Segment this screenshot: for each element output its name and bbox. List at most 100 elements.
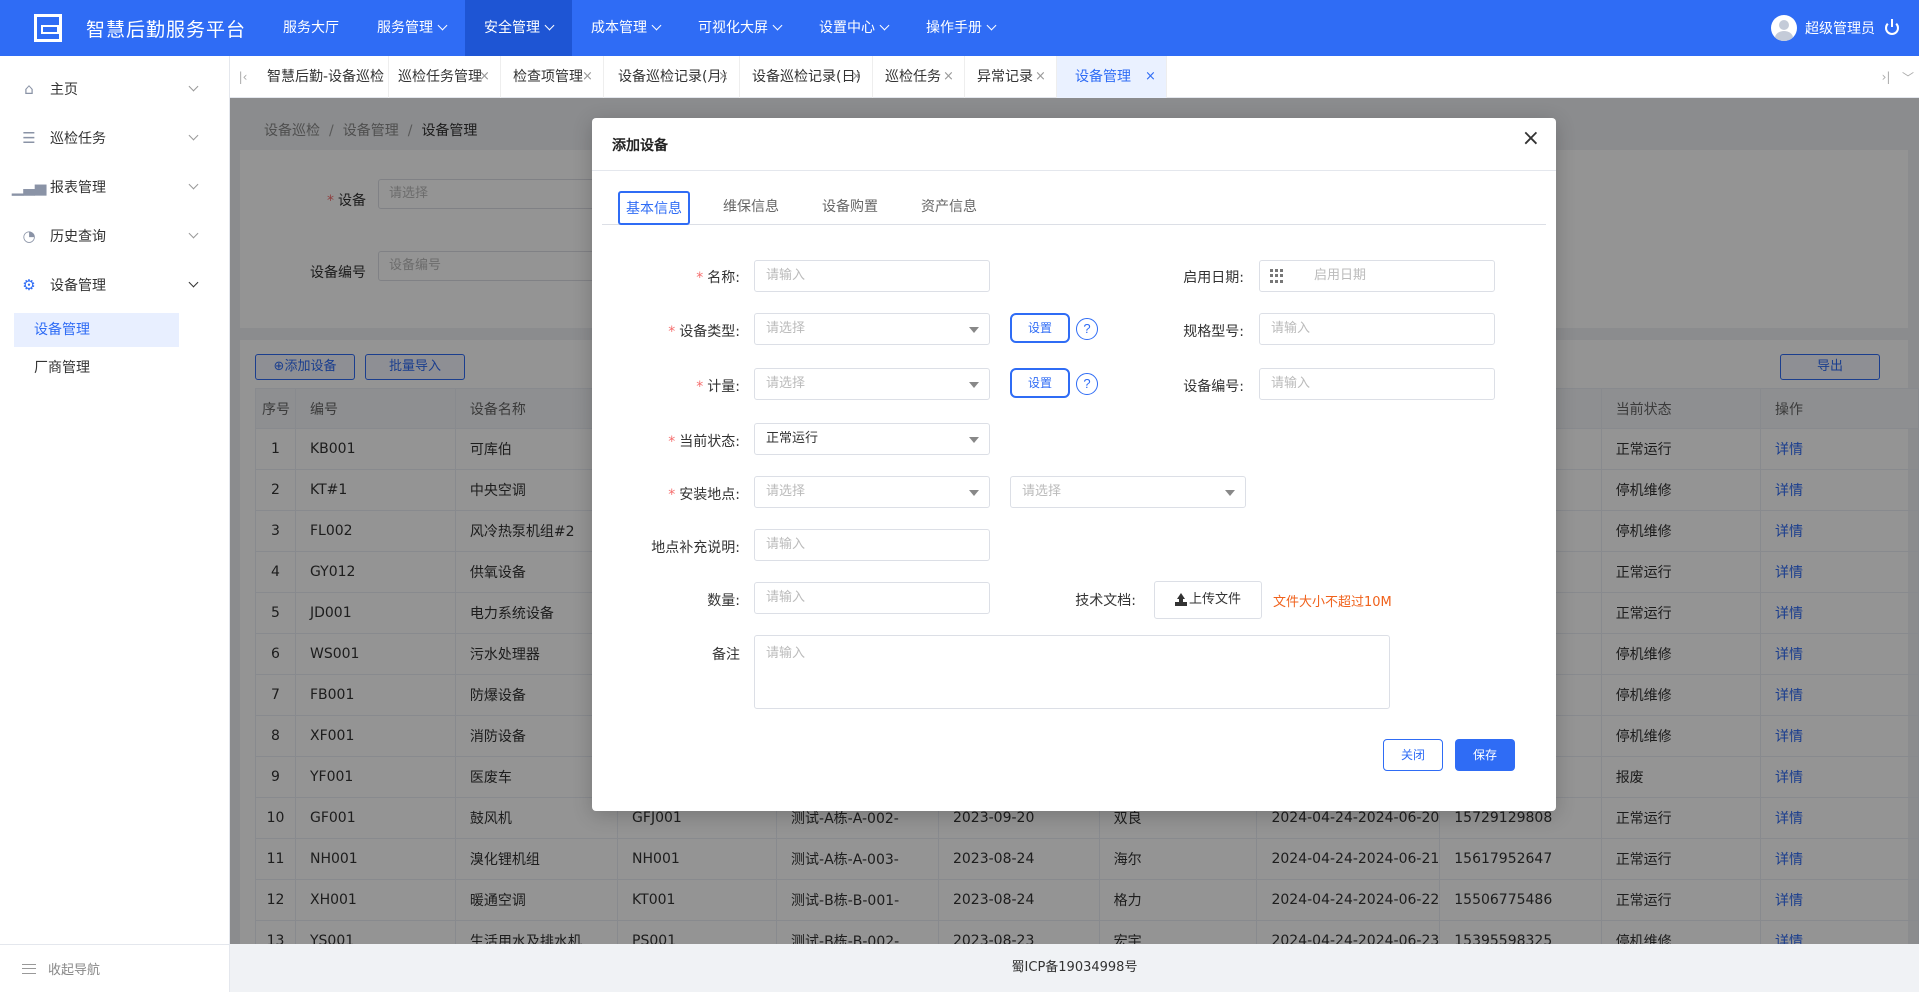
nav-item[interactable]: 服务大厅 [264,0,358,56]
spec-input[interactable]: 请输入 [1259,313,1495,345]
measure-settings-button[interactable]: 设置 [1010,368,1070,398]
nav-item[interactable]: 成本管理 [572,0,679,56]
chevron-down-icon [651,20,662,31]
divider [592,170,1556,171]
tab-close-icon[interactable]: × [582,56,593,98]
close-icon[interactable]: × [1522,128,1540,150]
tab-close-icon[interactable]: × [479,56,490,98]
tab-purchase-info[interactable]: 设备购置 [816,191,884,225]
nav-item[interactable]: 操作手册 [907,0,1014,56]
location-select-building[interactable]: 请选择 [754,476,990,508]
tab[interactable]: 设备管理 × [1057,56,1167,98]
caret-down-icon [969,382,979,388]
device-code-label: 设备编号: [1183,379,1244,395]
sidebar-item-reports[interactable]: ▁▃▅ 报表管理 [0,162,229,211]
sidebar-item-home[interactable]: ⌂ 主页 [0,64,229,113]
calendar-icon [1270,269,1284,283]
spec-label: 规格型号: [1183,324,1244,340]
nav-item-label: 操作手册 [926,20,983,36]
logout-icon[interactable] [1885,19,1899,35]
tab[interactable]: 设备巡检记录(月) × [606,56,740,98]
sidebar: ⌂ 主页 ☰ 巡检任务 ▁▃▅ 报表管理 ◔ 历史查询 ⚙ 设备管理 设备管理 … [0,56,230,992]
close-button[interactable]: 关闭 [1383,739,1443,771]
tab[interactable]: 异常记录 × [965,56,1057,98]
tab-menu-chevron-icon[interactable]: ﹀ [1897,56,1919,98]
sidebar-sub-vendor-management[interactable]: 厂商管理 [14,351,179,385]
sidebar-item-label: 主页 [50,81,78,98]
tab-scroll-left-icon[interactable]: |‹ [232,56,254,98]
dialog-tabs: 基本信息 维保信息 设备购置 资产信息 [602,191,1546,225]
tab-scroll-right-icon[interactable]: ›| [1875,56,1897,98]
remark-textarea[interactable]: 请输入 [754,635,1390,709]
tab-close-icon[interactable]: × [851,56,862,98]
location-note-input[interactable]: 请输入 [754,529,990,561]
sidebar-item-inspection-task[interactable]: ☰ 巡检任务 [0,113,229,162]
history-icon: ◔ [22,226,36,245]
chevron-down-icon [986,20,997,31]
tab-maintenance-info[interactable]: 维保信息 [717,191,785,225]
nav-item[interactable]: 设置中心 [800,0,907,56]
sidebar-item-history[interactable]: ◔ 历史查询 [0,211,229,260]
measure-select[interactable]: 请选择 [754,368,990,400]
tab-strip: |‹ 智慧后勤-设备巡检 巡检任务管理 × 检查项管理 × 设备巡检记录(月) × 设备巡检记… [230,56,1919,98]
save-button[interactable]: 保存 [1455,739,1515,771]
nav-item[interactable]: 安全管理 [465,0,573,56]
name-input[interactable]: 请输入 [754,260,990,292]
chevron-down-icon [544,20,555,31]
start-date-picker[interactable]: 启用日期 [1259,260,1495,292]
top-navbar: 智慧后勤服务平台 服务大厅 服务管理 安全管理 成本管理 可视化大屏 设置中心 操作手册 超… [0,0,1919,56]
nav-item-label: 服务管理 [377,20,434,36]
remark-label: 备注 [712,647,740,663]
device-type-select[interactable]: 请选择 [754,313,990,345]
collapse-nav-button[interactable]: 收起导航 [0,944,229,992]
tab-close-icon[interactable]: × [1035,56,1046,98]
device-code-input[interactable]: 请输入 [1259,368,1495,400]
sidebar-sub-device-management[interactable]: 设备管理 [14,313,179,347]
tab[interactable]: 巡检任务管理 × [386,56,501,98]
tab[interactable]: 巡检任务 × [873,56,965,98]
tab-close-icon[interactable]: × [718,56,729,98]
nav-item[interactable]: 服务管理 [358,0,465,56]
sidebar-item-label: 报表管理 [50,179,106,196]
help-icon[interactable]: ? [1076,373,1098,395]
tab-label: 设备巡检记录(日) [752,69,861,85]
file-size-hint: 文件大小不超过10M [1273,595,1392,610]
quantity-input[interactable]: 请输入 [754,582,990,614]
nav-item-label: 设置中心 [819,20,876,36]
footer-icp: 蜀ICP备19034998号 [230,944,1919,992]
upload-icon [1175,593,1187,605]
task-icon: ☰ [22,128,36,147]
sidebar-item-label: 历史查询 [50,228,106,245]
tab-basic-info[interactable]: 基本信息 [618,191,690,225]
tab-asset-info[interactable]: 资产信息 [915,191,983,225]
upload-file-button[interactable]: 上传文件 [1154,581,1262,619]
measure-label: * 计量: [696,379,740,395]
dialog-title: 添加设备 [612,138,668,154]
help-icon[interactable]: ? [1076,318,1098,340]
tab[interactable]: 设备巡检记录(日) × [740,56,873,98]
user-name: 超级管理员 [1805,21,1875,37]
tech-doc-label: 技术文档: [1075,593,1136,609]
nav-item-label: 安全管理 [484,20,541,36]
nav-item[interactable]: 可视化大屏 [679,0,800,56]
add-device-dialog: 添加设备 × 基本信息 维保信息 设备购置 资产信息 * 名称: 请输入 * 设备类… [592,118,1556,811]
tab-close-icon[interactable]: × [943,56,954,98]
caret-down-icon [969,327,979,333]
tab[interactable]: 智慧后勤-设备巡检 [255,56,389,98]
nav-item-label: 成本管理 [591,20,648,36]
start-date-label: 启用日期: [1183,270,1244,286]
caret-down-icon [1225,490,1235,496]
avatar-icon [1771,15,1797,41]
location-select-room[interactable]: 请选择 [1010,476,1246,508]
status-select[interactable]: 正常运行 [754,423,990,455]
tab-close-icon[interactable]: × [1145,56,1156,98]
caret-down-icon [969,437,979,443]
device-type-settings-button[interactable]: 设置 [1010,313,1070,343]
chevron-down-icon [879,20,890,31]
user-menu[interactable]: 超级管理员 [1771,0,1899,56]
tab[interactable]: 检查项管理 × [501,56,604,98]
tab-label: 检查项管理 [513,69,583,85]
app-title: 智慧后勤服务平台 [86,18,247,41]
chevron-down-icon [188,179,199,190]
sidebar-item-device[interactable]: ⚙ 设备管理 [0,260,229,309]
